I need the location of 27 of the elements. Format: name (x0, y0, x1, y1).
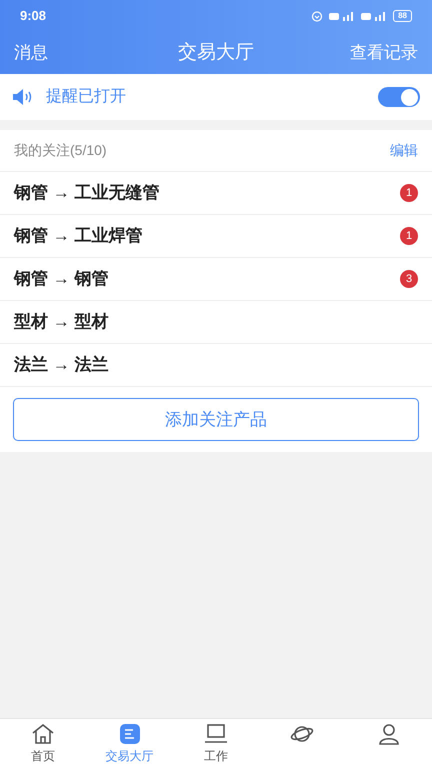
count-badge: 3 (400, 270, 418, 288)
watchlist-row[interactable]: 型材 → 型材 (0, 301, 432, 344)
watchlist-title: 我的关注(5/10) (14, 141, 107, 160)
list-icon (118, 722, 141, 744)
home-icon (31, 722, 56, 744)
watchlist-row[interactable]: 钢管 → 工业无缝管 1 (0, 172, 432, 215)
page-title: 交易大厅 (178, 40, 254, 65)
battery-indicator: 88 (393, 10, 412, 22)
product-route: 钢管 → 工业焊管 (14, 225, 142, 248)
watchlist-row[interactable]: 法兰 → 法兰 (0, 344, 432, 387)
product-route: 钢管 → 钢管 (14, 268, 108, 290)
watchlist-row[interactable]: 钢管 → 工业焊管 1 (0, 215, 432, 258)
signal-icon (329, 11, 356, 21)
product-route: 钢管 → 工业无缝管 (14, 182, 160, 204)
product-route: 型材 → 型材 (14, 311, 108, 334)
product-route: 法兰 → 法兰 (14, 354, 108, 376)
nav-tab[interactable]: 首页 (0, 719, 86, 768)
count-badge: 1 (400, 227, 418, 245)
nav-tab[interactable]: 工作 (172, 719, 260, 768)
status-time: 9:08 (20, 7, 46, 26)
watchlist-row[interactable]: 钢管 → 钢管 3 (0, 258, 432, 301)
signal-icon (361, 11, 388, 21)
alert-toggle[interactable] (378, 87, 420, 107)
laptop-icon (204, 722, 228, 744)
count-badge: 1 (400, 184, 418, 202)
user-icon (376, 722, 401, 744)
alert-label: 提醒已打开 (46, 87, 127, 107)
